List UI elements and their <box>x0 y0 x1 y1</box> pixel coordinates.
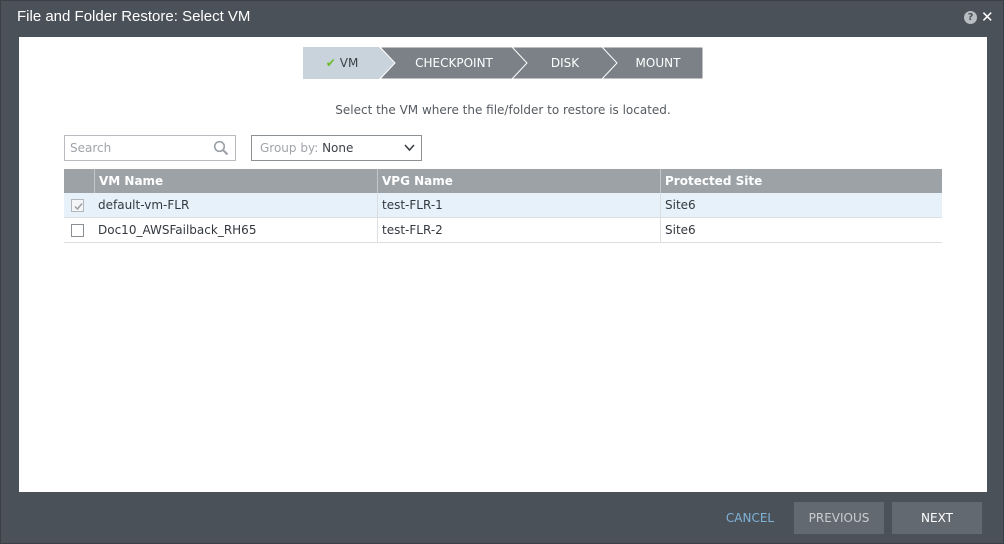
check-icon <box>74 203 83 211</box>
table-header: VM Name VPG Name Protected Site <box>64 169 942 193</box>
cell-protected-site: Site6 <box>660 218 942 243</box>
next-button[interactable]: NEXT <box>892 502 982 534</box>
wizard-step-mount: MOUNT <box>602 47 703 79</box>
column-header-vpg-name[interactable]: VPG Name <box>377 169 660 193</box>
check-icon: ✔ <box>325 56 336 70</box>
chevron-down-icon <box>404 144 415 152</box>
dialog-title: File and Folder Restore: Select VM <box>17 8 251 25</box>
title-bar: File and Folder Restore: Select VM ? ✕ <box>1 1 1004 35</box>
previous-button[interactable]: PREVIOUS <box>794 502 884 534</box>
group-by-select[interactable]: Group by: None <box>251 135 422 161</box>
cell-vm-name: Doc10_AWSFailback_RH65 <box>98 223 257 237</box>
wizard-step-label: MOUNT <box>635 56 681 70</box>
cell-vm-name: default-vm-FLR <box>98 198 190 212</box>
wizard-step-label: VM <box>339 56 359 70</box>
cancel-button[interactable]: CANCEL <box>715 502 785 534</box>
close-icon[interactable]: ✕ <box>981 8 994 26</box>
wizard-step-checkpoint: CHECKPOINT <box>380 47 528 79</box>
wizard-steps: ✔ VM CHECKPOINT DISK MOUNT <box>303 47 703 79</box>
dialog-content: ✔ VM CHECKPOINT DISK MOUNT Select the VM… <box>19 37 987 492</box>
instruction-text: Select the VM where the file/folder to r… <box>335 103 671 117</box>
column-header-vm-name[interactable]: VM Name <box>94 169 377 193</box>
restore-dialog: File and Folder Restore: Select VM ? ✕ ✔… <box>0 0 1004 544</box>
wizard-step-label: CHECKPOINT <box>415 56 493 70</box>
help-icon[interactable]: ? <box>964 11 977 24</box>
search-input[interactable]: Search <box>64 135 236 161</box>
cell-vpg-name: test-FLR-2 <box>377 218 660 243</box>
search-icon[interactable] <box>213 140 229 156</box>
table-row[interactable]: Doc10_AWSFailback_RH65 test-FLR-2 Site6 <box>64 218 942 243</box>
cell-vpg-name: test-FLR-1 <box>377 193 660 218</box>
group-by-value: None <box>322 141 354 155</box>
wizard-step-label: DISK <box>550 56 580 70</box>
row-checkbox[interactable] <box>71 199 84 212</box>
group-by-label: Group by: <box>260 141 319 155</box>
cell-protected-site: Site6 <box>660 193 942 218</box>
column-header-protected-site[interactable]: Protected Site <box>660 169 942 193</box>
search-placeholder: Search <box>70 141 112 155</box>
row-checkbox[interactable] <box>71 224 84 237</box>
table-row[interactable]: default-vm-FLR test-FLR-1 Site6 <box>64 193 942 218</box>
